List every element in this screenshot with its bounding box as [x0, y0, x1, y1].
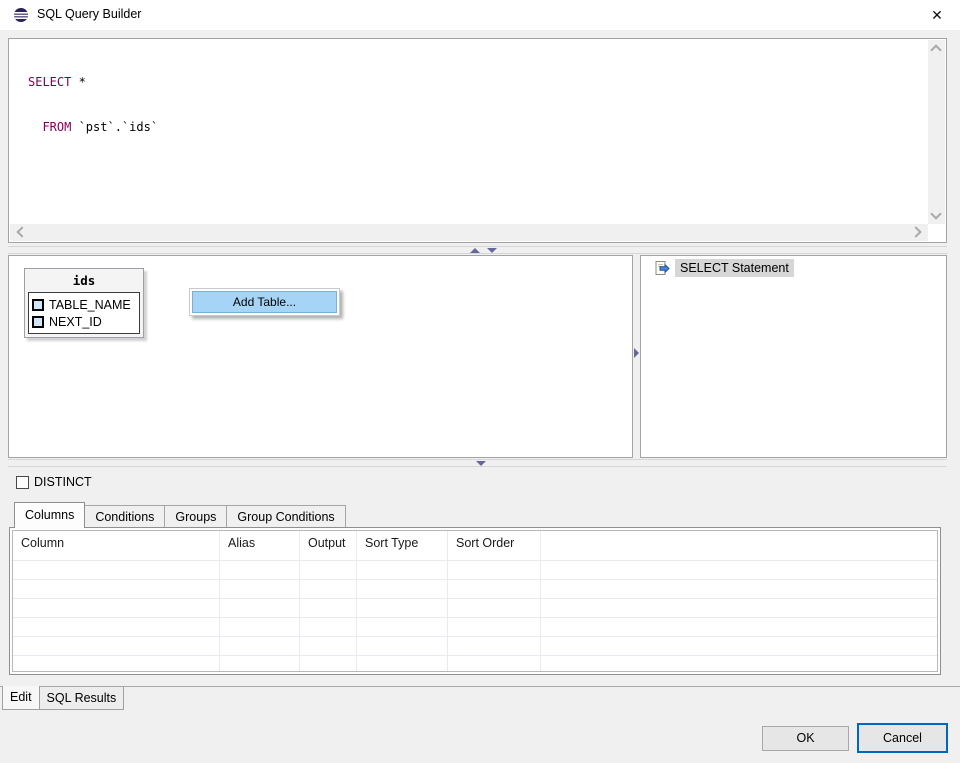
column-label: TABLE_NAME [49, 298, 131, 312]
distinct-checkbox[interactable] [16, 476, 29, 489]
header-sort-type[interactable]: Sort Type [357, 531, 448, 560]
details-tab-bar: Columns Conditions Groups Group Conditio… [14, 502, 346, 527]
statement-icon [653, 260, 670, 277]
header-column[interactable]: Column [13, 531, 220, 560]
header-output[interactable]: Output [300, 531, 357, 560]
header-filler [541, 531, 937, 560]
context-menu: Add Table... [189, 288, 340, 316]
window-title: SQL Query Builder [37, 7, 141, 21]
eclipse-app-icon [13, 7, 29, 23]
tab-conditions[interactable]: Conditions [85, 505, 165, 527]
grid-row[interactable] [13, 580, 937, 599]
horizontal-splitter-bottom[interactable] [8, 459, 947, 467]
columns-tab-page: Column Alias Output Sort Type Sort Order [9, 527, 941, 675]
table-node-title[interactable]: ids [25, 269, 143, 292]
table-node-ids[interactable]: ids TABLE_NAME NEXT_ID [24, 268, 144, 338]
outline-item-select-statement[interactable]: SELECT Statement [653, 259, 794, 277]
tab-groups[interactable]: Groups [165, 505, 227, 527]
sql-query-builder-dialog: { "window": { "title": "SQL Query Builde… [0, 0, 960, 763]
grid-row[interactable] [13, 599, 937, 618]
sql-text[interactable]: SELECT * FROM `pst`.`ids` [28, 45, 926, 165]
grid-header-row: Column Alias Output Sort Type Sort Order [13, 531, 937, 561]
title-bar: SQL Query Builder ✕ [0, 0, 960, 30]
column-row-table-name[interactable]: TABLE_NAME [32, 296, 139, 313]
distinct-label: DISTINCT [34, 475, 92, 489]
header-sort-order[interactable]: Sort Order [448, 531, 541, 560]
sql-line-2: FROM `pst`.`ids` [28, 120, 926, 135]
column-checkbox[interactable] [32, 316, 44, 328]
tab-edit[interactable]: Edit [2, 686, 40, 710]
vertical-splitter[interactable] [633, 255, 640, 458]
sql-editor[interactable]: SELECT * FROM `pst`.`ids` [8, 38, 947, 243]
grid-row[interactable] [13, 561, 937, 580]
scroll-right-icon[interactable] [910, 226, 921, 237]
ok-button[interactable]: OK [762, 726, 849, 751]
table-node-columns: TABLE_NAME NEXT_ID [28, 292, 140, 334]
cancel-button[interactable]: Cancel [857, 723, 948, 753]
collapse-down-icon[interactable] [487, 248, 497, 253]
grid-row[interactable] [13, 656, 937, 672]
tab-sql-results[interactable]: SQL Results [40, 687, 125, 710]
diagram-canvas[interactable]: ids TABLE_NAME NEXT_ID Add Table... [8, 255, 633, 458]
scroll-up-icon[interactable] [930, 44, 941, 55]
tab-group-conditions[interactable]: Group Conditions [227, 505, 345, 527]
columns-grid[interactable]: Column Alias Output Sort Type Sort Order [12, 530, 938, 672]
collapse-up-icon[interactable] [470, 248, 480, 253]
header-alias[interactable]: Alias [220, 531, 300, 560]
menu-item-add-table[interactable]: Add Table... [192, 291, 337, 313]
scroll-left-icon[interactable] [16, 226, 27, 237]
tab-columns[interactable]: Columns [14, 502, 85, 528]
grid-row[interactable] [13, 618, 937, 637]
editor-tab-bar: Edit SQL Results [0, 686, 960, 710]
outline-panel[interactable]: SELECT Statement [640, 255, 947, 458]
collapse-down-icon[interactable] [476, 461, 486, 466]
outline-item-label: SELECT Statement [675, 259, 794, 277]
vertical-scrollbar[interactable] [928, 40, 945, 224]
collapse-right-icon[interactable] [634, 348, 639, 358]
horizontal-splitter-top[interactable] [8, 246, 947, 254]
scroll-down-icon[interactable] [930, 208, 941, 219]
column-row-next-id[interactable]: NEXT_ID [32, 313, 139, 330]
grid-row[interactable] [13, 637, 937, 656]
close-icon[interactable]: ✕ [926, 5, 948, 25]
horizontal-scrollbar[interactable] [10, 224, 928, 241]
column-checkbox[interactable] [32, 299, 44, 311]
distinct-option[interactable]: DISTINCT [16, 475, 92, 489]
column-label: NEXT_ID [49, 315, 102, 329]
sql-line-1: SELECT * [28, 75, 926, 90]
